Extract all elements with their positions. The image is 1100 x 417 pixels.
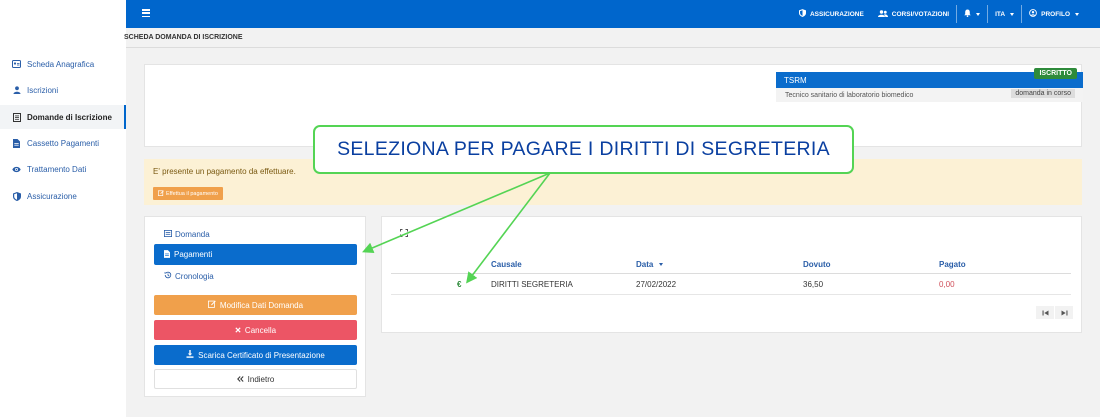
column-dovuto[interactable]: Dovuto [803,260,831,269]
table-row[interactable]: € DIRITTI SEGRETERIA 27/02/2022 36,50 0,… [391,275,1071,295]
column-data[interactable]: Data [636,260,663,269]
users-icon [877,9,888,19]
last-page-icon[interactable] [1055,306,1073,319]
download-icon [186,350,194,360]
sidebar-item-label: Trattamento Dati [27,164,87,174]
id-card-icon [12,60,21,69]
payments-card: Causale Data Dovuto Pagato € DIRITTI SEG… [381,216,1082,333]
sidebar-item-label: Domande di Iscrizione [27,112,112,122]
tab-domanda[interactable]: Domanda [164,230,210,239]
sidebar-item-scheda-anagrafica[interactable]: Scheda Anagrafica [0,52,126,76]
file-icon [12,138,21,148]
sidebar-item-trattamento-dati[interactable]: Trattamento Dati [0,157,126,181]
euro-icon[interactable]: € [457,280,461,289]
nav-language[interactable]: ITA [988,0,1021,28]
sidebar-item-domande-iscrizione[interactable]: Domande di Iscrizione [0,105,126,129]
edit-icon [207,300,216,310]
sidebar-item-iscrizioni[interactable]: Iscrizioni [0,78,126,102]
registration-row: Tecnico sanitario di laboratorio biomedi… [776,88,1083,102]
sidebar-item-cassetto-pagamenti[interactable]: Cassetto Pagamenti [0,131,126,155]
sidebar: Scheda Anagrafica Iscrizioni Domande di … [0,0,126,417]
nav-label: CORSI/VOTAZIONI [891,10,950,18]
download-certificate-button[interactable]: Scarica Certificato di Presentazione [154,345,357,365]
column-causale[interactable]: Causale [491,260,522,269]
profession-code: TSRM [784,75,807,85]
edit-application-label: Modifica Dati Domanda [219,300,304,310]
document-icon [12,112,21,122]
file-icon [164,249,170,260]
profession-description: Tecnico sanitario di laboratorio biomedi… [785,91,914,99]
shield-icon [12,191,21,201]
cancel-label: Cancella [244,325,277,335]
edit-icon [157,189,164,198]
back-label: Indietro [247,374,275,384]
chevron-down-icon [976,12,981,16]
close-icon [235,326,241,335]
list-icon [164,230,172,239]
top-navbar: ASSICURAZIONE CORSI/VOTAZIONI ITA PROFIL… [126,0,1100,28]
cancel-button[interactable]: Cancella [154,320,357,340]
tab-label: Pagamenti [174,250,213,259]
registration-header: TSRM ISCRITTO [776,68,1083,88]
back-button[interactable]: Indietro [154,369,357,389]
cell-causale: DIRITTI SEGRETERIA [491,280,573,289]
tab-pagamenti[interactable]: Pagamenti [154,244,357,265]
sidebar-item-assicurazione[interactable]: Assicurazione [0,184,126,208]
edit-application-button[interactable]: Modifica Dati Domanda [154,295,357,315]
sidebar-item-label: Scheda Anagrafica [27,59,95,69]
expand-icon[interactable] [400,229,408,237]
tab-label: Cronologia [175,271,214,281]
breadcrumb-bar: SCHEDA DOMANDA DI ISCRIZIONE [124,28,1100,48]
registration-summary: TSRM ISCRITTO Tecnico sanitario di labor… [776,68,1083,102]
nav-assicurazione[interactable]: ASSICURAZIONE [792,0,871,28]
download-certificate-label: Scarica Certificato di Presentazione [198,350,325,360]
shield-icon [798,9,806,19]
payments-table-header: Causale Data Dovuto Pagato [391,260,1071,274]
user-icon [12,86,21,95]
column-pagato[interactable]: Pagato [939,260,966,269]
state-badge: domanda in corso [1011,89,1075,98]
first-page-icon[interactable] [1036,306,1054,319]
status-badge: ISCRITTO [1034,68,1077,79]
double-chevron-left-icon [236,375,244,384]
nav-profilo[interactable]: PROFILO [1022,0,1086,28]
nav-label: ASSICURAZIONE [809,10,864,18]
tab-label: Domanda [175,230,210,239]
alert-text: E' presente un pagamento da effettuare. [153,167,296,176]
instruction-callout: SELEZIONA PER PAGARE I DIRITTI DI SEGRET… [313,125,854,174]
sidebar-item-label: Assicurazione [27,191,77,201]
pay-now-label: Effettua il pagamento [166,190,218,197]
column-label: Data [636,260,654,269]
tab-cronologia[interactable]: Cronologia [164,271,214,281]
cell-pagato: 0,00 [939,280,955,289]
nav-corsi-votazioni[interactable]: CORSI/VOTAZIONI [871,0,956,28]
top-nav-menu: ASSICURAZIONE CORSI/VOTAZIONI ITA PROFIL… [792,0,1086,28]
pay-now-button[interactable]: Effettua il pagamento [153,187,223,200]
user-circle-icon [1029,9,1037,19]
chevron-down-icon [1010,12,1015,16]
cell-dovuto: 36,50 [803,280,824,289]
chevron-down-icon [1075,12,1079,16]
hamburger-icon[interactable] [142,9,150,18]
application-actions-card: Domanda Pagamenti Cronologia Modifica Da… [144,216,366,397]
main-content: SCHEDA DOMANDA DI ISCRIZIONE TSRM ISCRIT… [124,28,1100,417]
sidebar-item-label: Iscrizioni [27,85,59,95]
pagination [1036,306,1073,319]
bell-icon [964,9,971,19]
nav-label: PROFILO [1041,10,1070,18]
eye-icon [12,165,21,174]
page-title: SCHEDA DOMANDA DI ISCRIZIONE [124,34,243,41]
history-icon [164,271,172,281]
sort-desc-icon [658,263,663,267]
nav-notifications[interactable] [957,0,987,28]
cell-data: 27/02/2022 [636,280,677,289]
sidebar-item-label: Cassetto Pagamenti [27,138,100,148]
nav-label: ITA [995,10,1006,18]
